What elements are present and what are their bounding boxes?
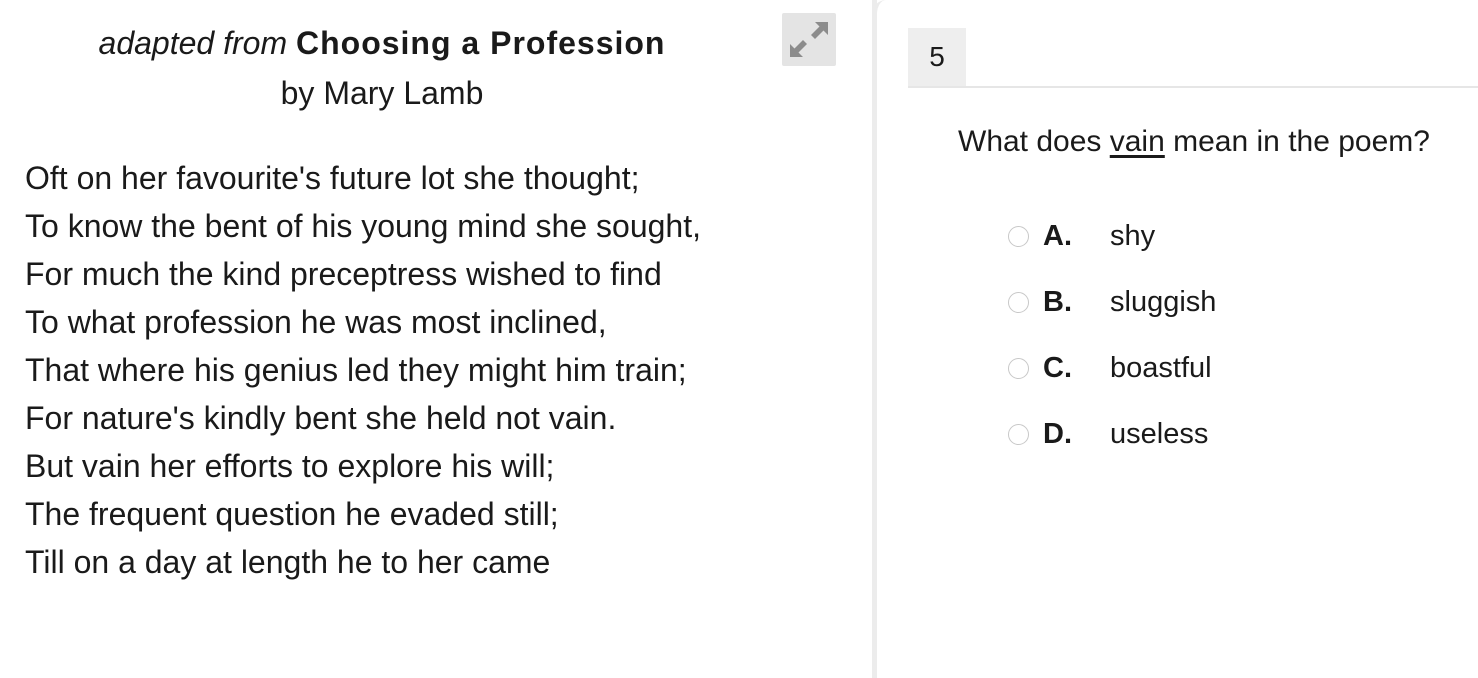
passage-header: adapted from Choosing a Profession by Ma… [0,18,764,116]
expand-passage-button[interactable] [782,13,836,66]
poem-line: That where his genius led they might him… [25,352,687,388]
passage-title-line: adapted from Choosing a Profession [0,18,764,68]
radio-button[interactable] [1008,424,1029,445]
poem-line: For nature's kindly bent she held not va… [25,400,617,436]
poem-line: Oft on her favourite's future lot she th… [25,160,640,196]
question-panel: 5 What does vain mean in the poem? A. sh… [877,0,1478,678]
question-stem: What does vain mean in the poem? [958,121,1430,163]
passage-author: by Mary Lamb [280,75,484,111]
passage-panel: adapted from Choosing a Profession by Ma… [0,0,872,678]
question-stem-before: What does [958,125,1110,158]
radio-button[interactable] [1008,358,1029,379]
radio-button[interactable] [1008,226,1029,247]
poem-line: Till on a day at length he to her came [25,544,551,580]
choice-letter: C. [1043,352,1072,384]
choice-text: sluggish [1110,286,1217,318]
poem-line: But vain her efforts to explore his will… [25,448,555,484]
choice-text: boastful [1110,352,1212,384]
poem-line: To know the bent of his young mind she s… [25,208,701,244]
passage-title-prefix: adapted from [98,25,288,61]
expand-arrows-icon [790,22,828,57]
radio-button[interactable] [1008,292,1029,313]
question-stem-word: vain [1109,125,1165,158]
choice-letter: D. [1043,418,1072,450]
choice-letter: B. [1043,286,1072,318]
question-number: 5 [908,28,966,86]
question-stem-after: mean in the poem? [1164,125,1430,158]
poem-line: The frequent question he evaded still; [25,496,559,532]
poem: Oft on her favourite's future lot she th… [25,154,701,586]
poem-line: For much the kind preceptress wished to … [25,256,662,292]
poem-line: To what profession he was most inclined, [25,304,607,340]
choice-text: shy [1110,220,1156,252]
test-page: adapted from Choosing a Profession by Ma… [0,0,1478,678]
question-header-rule [908,86,1478,88]
choice-letter: A. [1043,220,1072,252]
passage-title: Choosing a Profession [295,25,666,61]
choice-text: useless [1110,418,1209,450]
